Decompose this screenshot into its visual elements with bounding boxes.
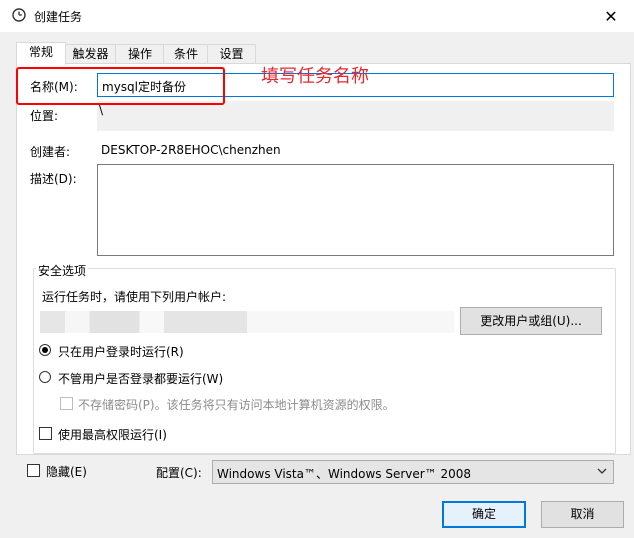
radio-run-whether-logged-on[interactable] [39, 371, 51, 383]
description-label: 描述(D): [30, 172, 77, 186]
no-store-password-label: 不存储密码(P)。该任务将只有访问本地计算机资源的权限。 [78, 398, 395, 412]
author-value: DESKTOP-2R8EHOC\chenzhen [101, 143, 281, 157]
security-group-label: 安全选项 [36, 262, 89, 279]
hidden-label: 隐藏(E) [46, 465, 87, 479]
chevron-down-icon [597, 468, 607, 474]
tab-triggers[interactable]: 触发器 [64, 44, 117, 64]
tab-settings[interactable]: 设置 [207, 44, 256, 64]
location-value: \ [99, 103, 104, 117]
user-account-field [40, 311, 454, 333]
radio-run-whether-logged-on-label: 不管用户是否登录都要运行(W) [58, 372, 224, 386]
window-title: 创建任务 [34, 10, 83, 24]
title-bar: 创建任务 ✕ [0, 0, 634, 32]
clock-icon [12, 8, 26, 22]
run-as-label: 运行任务时，请使用下列用户帐户: [42, 290, 227, 304]
tab-conditions[interactable]: 条件 [163, 44, 209, 64]
ok-button[interactable]: 确定 [442, 501, 526, 528]
highest-privileges-label: 使用最高权限运行(I) [58, 428, 167, 442]
checkbox-no-store-password[interactable] [60, 397, 73, 410]
annotation-highlight-box [16, 67, 225, 105]
location-label: 位置: [30, 109, 59, 123]
checkbox-highest-privileges[interactable] [39, 427, 52, 440]
author-label: 创建者: [30, 145, 71, 159]
description-textarea[interactable] [97, 164, 614, 256]
annotation-text: 填写任务名称 [261, 66, 369, 87]
location-field: \ [97, 101, 614, 131]
close-icon[interactable]: ✕ [588, 0, 634, 32]
change-user-button[interactable]: 更改用户或组(U)... [460, 307, 602, 335]
tab-general[interactable]: 常规 [16, 42, 66, 65]
tab-actions[interactable]: 操作 [115, 44, 165, 64]
configure-label: 配置(C): [156, 466, 202, 480]
configure-select-value: Windows Vista™、Windows Server™ 2008 [217, 467, 472, 481]
radio-run-logged-on-label: 只在用户登录时运行(R) [58, 345, 184, 359]
configure-select[interactable]: Windows Vista™、Windows Server™ 2008 [212, 460, 614, 484]
cancel-button[interactable]: 取消 [541, 501, 624, 528]
radio-run-logged-on[interactable] [39, 344, 51, 356]
checkbox-hidden[interactable] [27, 464, 40, 477]
